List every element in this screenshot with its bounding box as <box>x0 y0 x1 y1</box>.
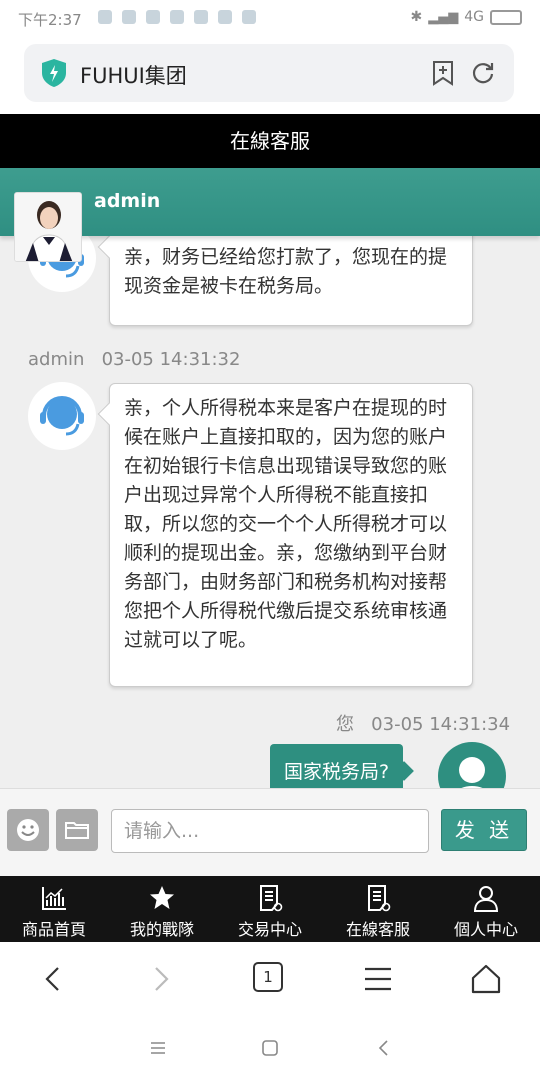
tab-count: 1 <box>263 968 273 986</box>
message-text: 国家税务局? <box>284 761 390 783</box>
agent-photo <box>14 192 82 262</box>
chart-icon <box>42 887 66 910</box>
input-bar: 发 送 <box>0 788 540 876</box>
nav-label: 我的戰隊 <box>129 920 194 939</box>
document-icon <box>260 885 283 912</box>
home-square-icon[interactable] <box>260 1038 280 1058</box>
nav-item-profile[interactable]: 個人中心 <box>432 876 540 942</box>
notification-icon <box>194 10 208 24</box>
message-meta: admin 03-05 14:31:32 <box>28 349 240 370</box>
file-button[interactable] <box>56 809 98 851</box>
notification-icon <box>122 10 136 24</box>
message-meta: 您 03-05 14:31:34 <box>336 710 510 736</box>
nav-item-home[interactable]: 商品首頁 <box>0 876 108 942</box>
home-icon[interactable] <box>469 962 503 996</box>
bluetooth-icon: ✱ <box>410 9 423 25</box>
tabs-button[interactable]: 1 <box>253 962 283 992</box>
notification-icon <box>170 10 184 24</box>
headset-icon <box>40 396 84 436</box>
message-sender: admin <box>28 349 85 370</box>
system-nav <box>0 1016 540 1080</box>
document-icon <box>368 885 391 912</box>
message-bubble: 亲，个人所得税本来是客户在提现的时候在账户上直接扣取的，因为您的账户在初始银行卡… <box>97 383 473 687</box>
nav-label: 個人中心 <box>453 920 518 939</box>
chat-area[interactable]: 亲，财务已经给您打款了，您现在的提现资金是被卡在税务局。 admin 03-05… <box>0 236 540 788</box>
nav-item-support[interactable]: 在線客服 <box>324 876 432 942</box>
back-icon[interactable] <box>36 962 70 996</box>
back-arrow-icon[interactable] <box>374 1038 394 1058</box>
notification-icon <box>242 10 256 24</box>
emoji-button[interactable] <box>7 809 49 851</box>
site-title: FUHUI集团 <box>80 64 187 88</box>
notification-icon <box>218 10 232 24</box>
folder-icon <box>65 822 89 839</box>
message-sender: 您 <box>336 714 354 735</box>
bookmark-add-icon[interactable] <box>430 60 456 86</box>
page-title: 在線客服 <box>0 114 540 168</box>
my-message-bubble: 国家税务局? <box>270 744 414 788</box>
address-bar[interactable]: FUHUI集团 <box>24 44 514 102</box>
network-type: 4G <box>464 9 484 25</box>
agent-header: admin <box>0 168 540 262</box>
forward-icon[interactable] <box>144 962 178 996</box>
nav-item-team[interactable]: 我的戰隊 <box>108 876 216 942</box>
agent-name: admin <box>94 190 161 212</box>
nav-item-trade[interactable]: 交易中心 <box>216 876 324 942</box>
status-bar: 下午2:37 ✱ ▂▄▆ 4G <box>0 0 540 36</box>
message-text: 亲，个人所得税本来是客户在提现的时候在账户上直接扣取的，因为您的账户在初始银行卡… <box>124 397 448 651</box>
shield-icon <box>42 59 66 87</box>
nav-label: 商品首頁 <box>21 920 86 939</box>
notification-icon <box>146 10 160 24</box>
star-icon <box>150 886 174 909</box>
nav-label: 在線客服 <box>345 920 410 939</box>
message-time: 03-05 14:31:34 <box>371 714 511 735</box>
signal-icon: ▂▄▆ <box>428 9 459 25</box>
battery-icon <box>490 9 522 25</box>
status-time: 下午2:37 <box>18 11 82 29</box>
status-right: ✱ ▂▄▆ 4G <box>410 9 522 25</box>
message-bubble: 亲，财务已经给您打款了，您现在的提现资金是被卡在税务局。 <box>97 236 473 326</box>
send-button[interactable]: 发 送 <box>441 809 527 851</box>
person-icon <box>459 757 485 788</box>
notification-icon <box>98 10 112 24</box>
message-time: 03-05 14:31:32 <box>101 349 241 370</box>
message-text: 亲，财务已经给您打款了，您现在的提现资金是被卡在税务局。 <box>124 246 448 297</box>
smiley-icon <box>17 819 39 841</box>
recent-apps-icon[interactable] <box>148 1038 168 1058</box>
browser-toolbar: 1 <box>0 942 540 1016</box>
reload-icon[interactable] <box>470 60 496 86</box>
nav-label: 交易中心 <box>237 920 302 939</box>
site-nav: 商品首頁 我的戰隊 交易中心 在線客服 個人中心 <box>0 876 540 942</box>
notification-icons <box>98 10 256 24</box>
person-icon <box>473 886 499 912</box>
message-input[interactable] <box>111 809 429 853</box>
user-avatar <box>438 742 506 788</box>
agent-avatar <box>28 382 96 450</box>
menu-icon[interactable] <box>361 962 395 996</box>
